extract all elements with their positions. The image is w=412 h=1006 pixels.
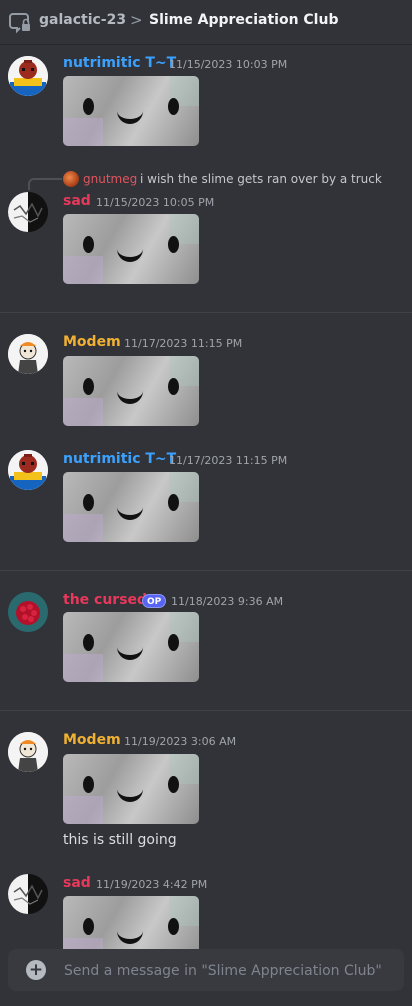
slime-image[interactable] [63,754,199,824]
username[interactable]: nutrimitic T~T [63,451,176,467]
avatar[interactable] [8,450,48,490]
avatar[interactable] [8,592,48,632]
reply-connector [28,178,62,190]
roblox-avatar-icon [8,450,48,490]
timestamp: 11/17/2023 11:15 PM [169,454,288,467]
username[interactable]: the cursed [63,592,147,608]
divider [0,570,412,571]
message-composer: + [8,949,404,993]
timestamp: 11/19/2023 3:06 AM [124,735,237,748]
slime-image[interactable] [63,472,199,542]
slime-image[interactable] [63,612,199,682]
cartoon-avatar-icon [8,732,48,772]
message-feed: nutrimitic T~T 11/15/2023 10:03 PM gnutm… [0,0,412,1006]
avatar[interactable] [8,874,48,914]
username[interactable]: Modem [63,732,121,748]
plus-circle-icon[interactable]: + [26,960,46,980]
timestamp: 11/17/2023 11:15 PM [124,337,243,350]
message-text: this is still going [63,832,177,848]
sketch-avatar-icon [8,192,48,232]
timestamp: 11/15/2023 10:05 PM [96,196,215,209]
avatar[interactable] [8,192,48,232]
username[interactable]: sad [63,193,91,209]
parent-channel-name[interactable]: galactic-23 [39,12,126,28]
avatar[interactable] [8,56,48,96]
chevron-right-icon: > [130,11,143,29]
divider [0,710,412,711]
message-input[interactable] [62,949,396,993]
slime-image[interactable] [63,214,199,284]
raspberry-avatar-icon [8,592,48,632]
op-badge: OP [142,594,167,608]
avatar[interactable] [8,732,48,772]
reply-preview[interactable]: i wish the slime gets ran over by a truc… [140,172,382,186]
reply-avatar[interactable] [63,171,79,187]
sketch-avatar-icon [8,874,48,914]
roblox-avatar-icon [8,56,48,96]
avatar[interactable] [8,334,48,374]
slime-image[interactable] [63,76,199,146]
reply-author[interactable]: gnutmeg [83,172,137,186]
timestamp: 11/19/2023 4:42 PM [96,878,208,891]
cartoon-avatar-icon [8,334,48,374]
channel-header: galactic-23 > Slime Appreciation Club [0,0,412,45]
slime-image[interactable] [63,356,199,426]
thread-title: Slime Appreciation Club [149,12,339,28]
timestamp: 11/15/2023 10:03 PM [169,58,288,71]
username[interactable]: sad [63,875,91,891]
timestamp: 11/18/2023 9:36 AM [171,595,284,608]
username[interactable]: nutrimitic T~T [63,55,176,71]
thread-icon [9,13,30,34]
username[interactable]: Modem [63,334,121,350]
divider [0,312,412,313]
